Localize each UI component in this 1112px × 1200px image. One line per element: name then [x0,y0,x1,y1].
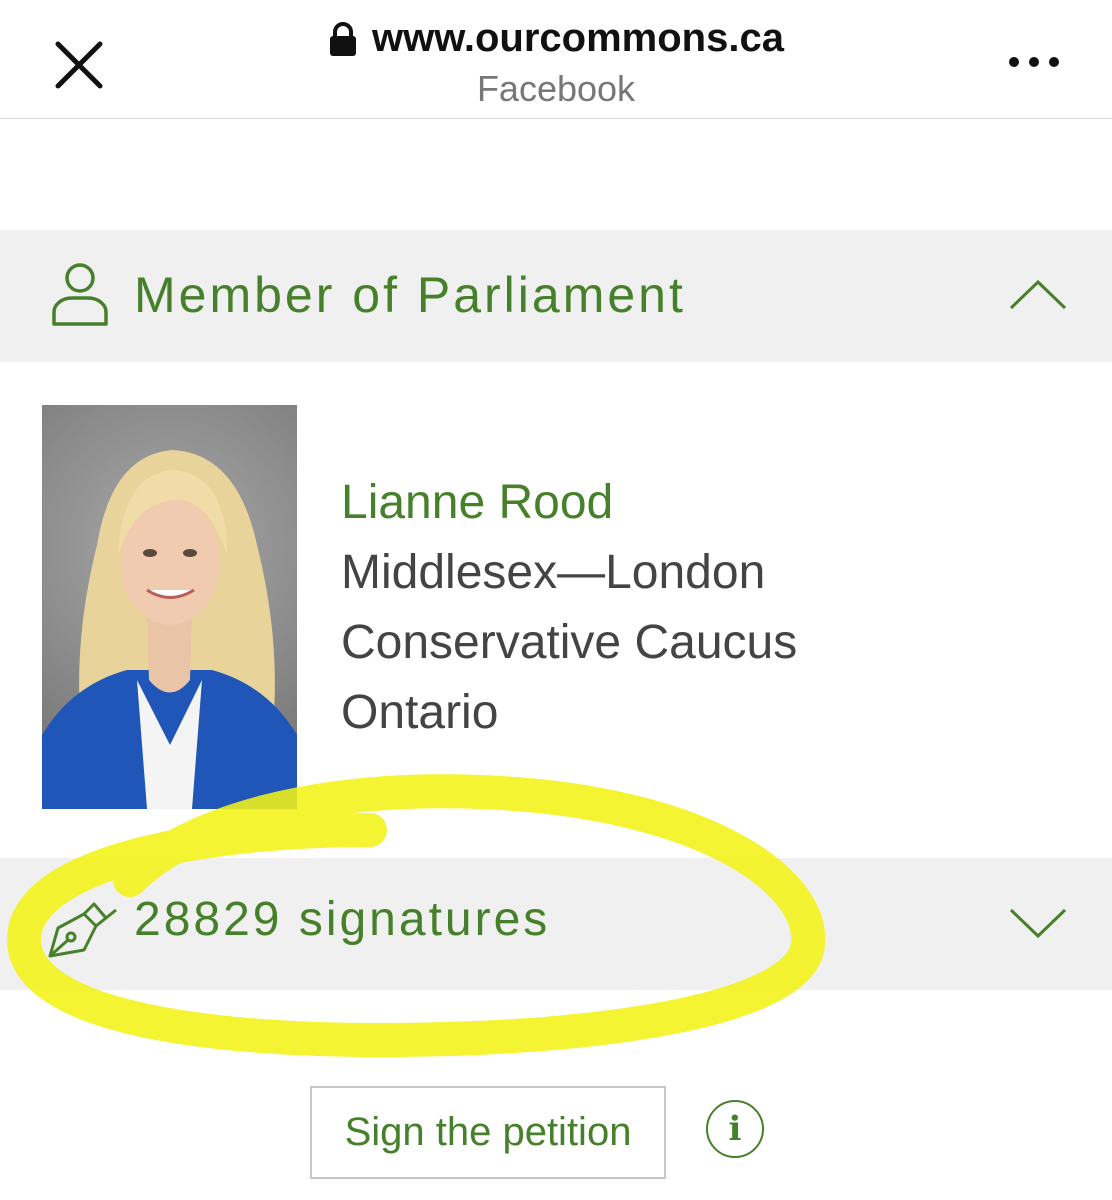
url-text: www.ourcommons.ca [372,16,784,60]
chevron-down-icon[interactable] [1008,904,1068,944]
signatures-header[interactable]: 28829 signatures [0,858,1112,990]
pen-nib-icon [48,902,117,958]
member-caucus: Conservative Caucus [341,616,798,669]
chevron-up-icon[interactable] [1008,274,1068,314]
signatures-count: 28829 signatures [134,893,551,946]
browser-top-bar: www.ourcommons.ca Facebook [0,0,1112,119]
sign-petition-button[interactable]: Sign the petition [310,1086,666,1179]
member-of-parliament-header[interactable]: Member of Parliament [0,230,1112,362]
member-province: Ontario [341,686,499,739]
person-icon [52,263,108,326]
url-line: www.ourcommons.ca [0,14,1112,68]
member-name-link[interactable]: Lianne Rood [341,468,797,538]
more-options-button[interactable] [1002,44,1072,80]
member-info: Lianne Rood Middlesex—London Conservativ… [341,468,797,748]
lock-icon [328,20,358,68]
member-photo [42,405,297,809]
more-dots-icon [1009,57,1059,67]
address-area[interactable]: www.ourcommons.ca Facebook [0,14,1112,110]
member-of-parliament-title: Member of Parliament [134,267,686,323]
site-name: Facebook [476,68,636,109]
member-riding: Middlesex—London [341,546,766,599]
info-icon[interactable]: i [706,1100,764,1158]
